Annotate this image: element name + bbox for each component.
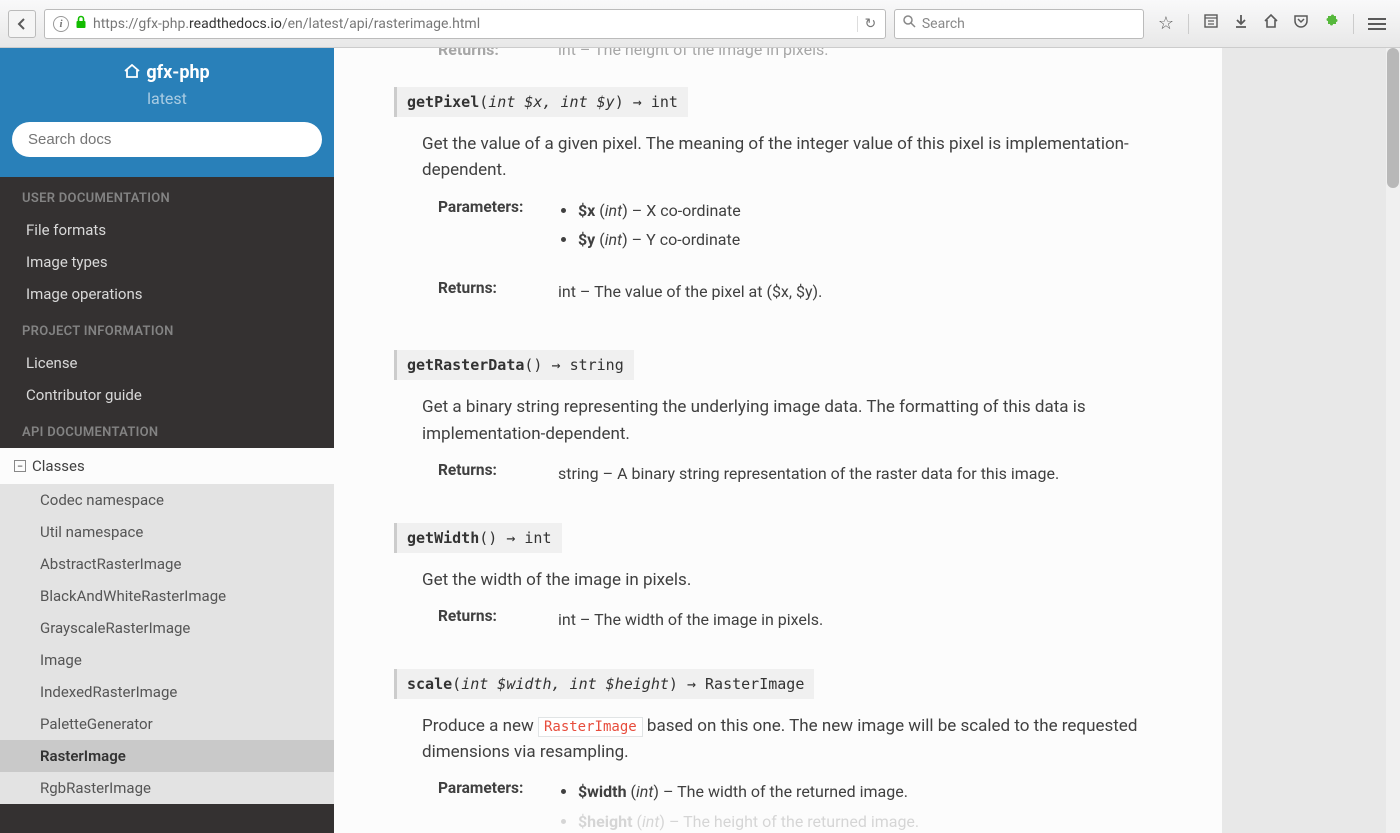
docs-search-input[interactable] xyxy=(12,122,322,157)
nav-subitem-active[interactable]: RasterImage xyxy=(0,740,334,772)
nav-subitem[interactable]: IndexedRasterImage xyxy=(0,676,334,708)
back-button[interactable] xyxy=(8,10,36,38)
library-icon[interactable] xyxy=(1203,13,1219,34)
downloads-icon[interactable] xyxy=(1233,13,1249,34)
version-label[interactable]: latest xyxy=(12,89,322,108)
method-getRasterData: getRasterData() → string Get a binary st… xyxy=(394,350,1182,486)
method-description: Produce a new RasterImage based on this … xyxy=(422,713,1182,766)
url-text: https://gfx-php.readthedocs.io/en/latest… xyxy=(93,16,480,32)
nav-subitem[interactable]: Image xyxy=(0,644,334,676)
method-scale: scale(int $width, int $height) → RasterI… xyxy=(394,669,1182,833)
reload-button[interactable]: ↻ xyxy=(857,16,877,32)
addon-icon[interactable] xyxy=(1323,13,1339,34)
nav-item[interactable]: Image operations xyxy=(0,278,334,310)
nav-item[interactable]: Contributor guide xyxy=(0,379,334,411)
method-signature: getRasterData() → string xyxy=(394,350,634,380)
sidebar: gfx-php latest USER DOCUMENTATION File f… xyxy=(0,48,334,833)
nav-subitem[interactable]: PaletteGenerator xyxy=(0,708,334,740)
separator xyxy=(1188,14,1189,34)
field-returns: Returns: string – A binary string repres… xyxy=(438,461,1182,487)
nav-subitem[interactable]: Codec namespace xyxy=(0,484,334,516)
nav-item[interactable]: File formats xyxy=(0,214,334,246)
separator xyxy=(1353,14,1354,34)
nav-item[interactable]: Image types xyxy=(0,246,334,278)
vertical-scrollbar[interactable] xyxy=(1386,48,1400,833)
method-signature: getPixel(int $x, int $y) → int xyxy=(394,87,688,117)
browser-search[interactable]: Search xyxy=(894,9,1144,39)
pocket-icon[interactable] xyxy=(1293,13,1309,34)
nav-subitem[interactable]: RgbRasterImage xyxy=(0,772,334,804)
nav-item-current[interactable]: − Classes xyxy=(0,448,334,484)
nav-caption-project: PROJECT INFORMATION xyxy=(0,310,334,347)
search-icon xyxy=(903,15,916,32)
home-icon xyxy=(124,63,140,82)
field-returns: Returns: int – The value of the pixel at… xyxy=(438,279,1182,305)
lock-icon xyxy=(75,15,87,33)
nav-subitem[interactable]: AbstractRasterImage xyxy=(0,548,334,580)
method-signature: scale(int $width, int $height) → RasterI… xyxy=(394,669,814,699)
method-description: Get the value of a given pixel. The mean… xyxy=(422,131,1182,184)
nav-subitem[interactable]: BlackAndWhiteRasterImage xyxy=(0,580,334,612)
method-description: Get the width of the image in pixels. xyxy=(422,567,1182,593)
method-signature: getWidth() → int xyxy=(394,523,562,553)
toolbar-icons: ☆ xyxy=(1152,13,1392,34)
truncated-top-row: Returns: int – The height of the image i… xyxy=(438,48,1182,59)
nav-sublist: Codec namespace Util namespace AbstractR… xyxy=(0,484,334,804)
content-area: Returns: int – The height of the image i… xyxy=(334,48,1400,833)
menu-icon[interactable] xyxy=(1368,18,1386,30)
nav-subitem[interactable]: GrayscaleRasterImage xyxy=(0,612,334,644)
sidebar-header: gfx-php latest xyxy=(0,48,334,177)
field-parameters: Parameters: $width (int) – The width of … xyxy=(438,779,1182,833)
method-getWidth: getWidth() → int Get the width of the im… xyxy=(394,523,1182,633)
url-bar[interactable]: i https://gfx-php.readthedocs.io/en/late… xyxy=(44,9,886,39)
bookmark-star-icon[interactable]: ☆ xyxy=(1158,13,1174,34)
project-title[interactable]: gfx-php xyxy=(124,62,209,83)
nav-subitem[interactable]: Util namespace xyxy=(0,516,334,548)
browser-toolbar: i https://gfx-php.readthedocs.io/en/late… xyxy=(0,0,1400,48)
method-description: Get a binary string representing the und… xyxy=(422,394,1182,447)
field-returns: Returns: int – The width of the image in… xyxy=(438,607,1182,633)
field-parameters: Parameters: $x (int) – X co-ordinate $y … xyxy=(438,198,1182,257)
home-icon[interactable] xyxy=(1263,13,1279,34)
nav-caption-user: USER DOCUMENTATION xyxy=(0,177,334,214)
nav-item[interactable]: License xyxy=(0,347,334,379)
info-icon[interactable]: i xyxy=(53,16,69,32)
method-getPixel: getPixel(int $x, int $y) → int Get the v… xyxy=(394,87,1182,304)
collapse-icon[interactable]: − xyxy=(14,460,26,472)
nav-caption-api: API DOCUMENTATION xyxy=(0,411,334,448)
scrollbar-thumb[interactable] xyxy=(1387,48,1399,188)
search-placeholder: Search xyxy=(922,16,965,32)
